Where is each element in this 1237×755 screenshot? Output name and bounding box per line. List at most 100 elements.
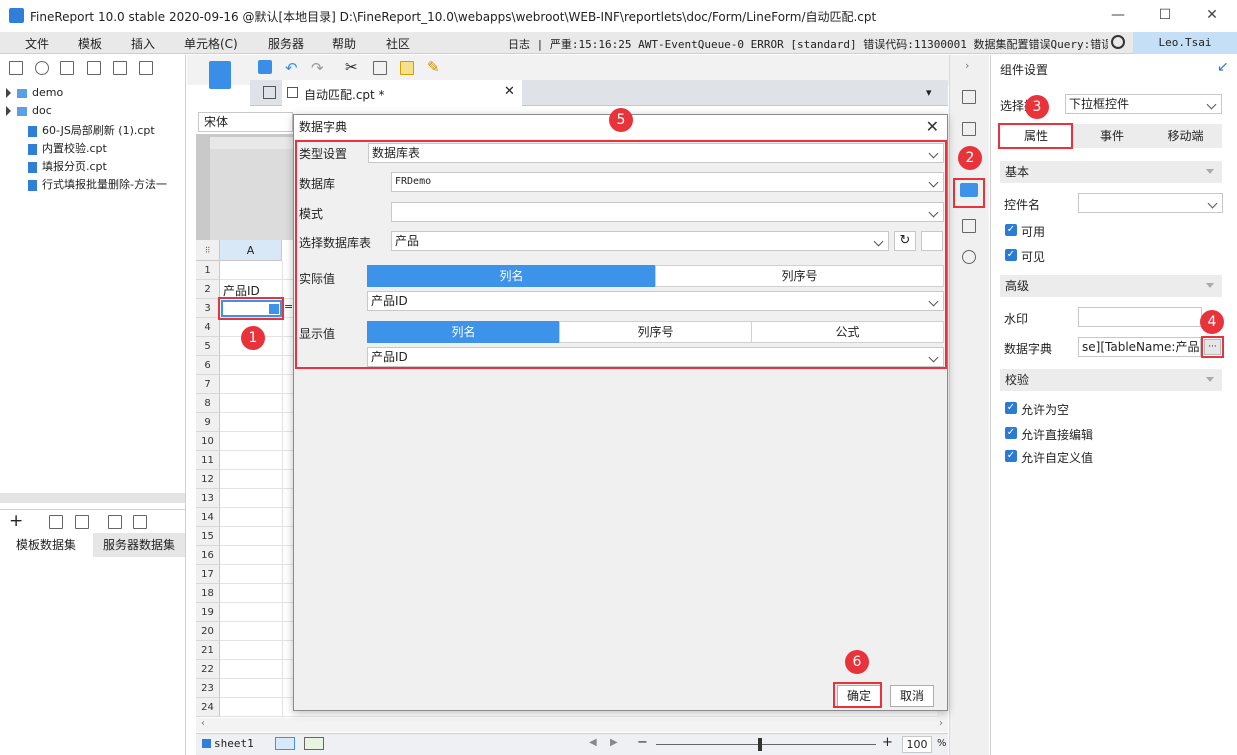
dialog-close-button[interactable]: ✕: [926, 117, 939, 136]
widget-name-input[interactable]: [1078, 193, 1223, 213]
redo-icon[interactable]: ↷: [311, 59, 324, 77]
enabled-checkbox[interactable]: ✓: [1005, 224, 1017, 236]
scroll-left-icon[interactable]: ‹: [201, 718, 205, 729]
add-form-sheet-icon[interactable]: [304, 737, 324, 750]
scroll-right-icon[interactable]: ›: [939, 718, 943, 729]
row-header[interactable]: 1: [196, 261, 220, 280]
cell-attribute-icon[interactable]: [962, 90, 976, 104]
preview-icon[interactable]: [108, 515, 122, 529]
cancel-button[interactable]: 取消: [890, 685, 934, 707]
row-header[interactable]: 19: [196, 603, 220, 622]
row-header[interactable]: 9: [196, 413, 220, 432]
row-header[interactable]: 16: [196, 546, 220, 565]
sheet-tab[interactable]: sheet1: [214, 737, 254, 750]
search-icon[interactable]: [1111, 35, 1125, 49]
tree-item-file[interactable]: 填报分页.cpt: [28, 158, 107, 174]
new-folder-icon[interactable]: [9, 61, 23, 75]
format-brush-icon[interactable]: ✎: [427, 58, 440, 76]
row-header[interactable]: 15: [196, 527, 220, 546]
menu-community[interactable]: 社区: [386, 35, 410, 52]
prev-sheet-icon[interactable]: ◀: [589, 737, 597, 748]
allow-direct-edit-checkbox[interactable]: ✓: [1005, 427, 1017, 439]
dataset-settings-icon[interactable]: [133, 515, 147, 529]
tab-template-dataset[interactable]: 模板数据集: [0, 533, 92, 557]
section-basic[interactable]: 基本: [1000, 161, 1222, 183]
menu-insert[interactable]: 插入: [131, 35, 155, 52]
template-type-icon[interactable]: [209, 61, 231, 89]
row-header[interactable]: 8: [196, 394, 220, 413]
tree-item-demo[interactable]: demo: [6, 86, 63, 99]
row-header[interactable]: 7: [196, 375, 220, 394]
zoom-out-button[interactable]: −: [637, 735, 648, 750]
row-header[interactable]: 2: [196, 280, 220, 299]
data-dictionary-value[interactable]: se][TableName:产品]: [1078, 337, 1201, 357]
row-header[interactable]: 6: [196, 356, 220, 375]
font-selector[interactable]: 宋体: [198, 112, 293, 132]
cut-icon[interactable]: ✂: [345, 58, 358, 76]
row-header[interactable]: 18: [196, 584, 220, 603]
row-header[interactable]: 4: [196, 318, 220, 337]
section-advanced[interactable]: 高级: [1000, 275, 1222, 297]
open-icon[interactable]: [60, 61, 74, 75]
maximize-button[interactable]: ☐: [1150, 4, 1180, 26]
delete-dataset-icon[interactable]: [75, 515, 89, 529]
row-header[interactable]: 10: [196, 432, 220, 451]
settings-icon[interactable]: [87, 61, 101, 75]
zoom-slider-track[interactable]: [656, 744, 876, 745]
allow-custom-checkbox[interactable]: ✓: [1005, 450, 1017, 462]
zoom-slider-handle[interactable]: [758, 738, 762, 751]
zoom-in-button[interactable]: +: [882, 735, 893, 750]
tab-menu-icon[interactable]: ▾: [926, 86, 932, 99]
expand-panel-icon[interactable]: ↙: [1217, 59, 1229, 75]
row-header[interactable]: 11: [196, 451, 220, 470]
hyperlink-icon[interactable]: [962, 250, 976, 264]
row-header[interactable]: 24: [196, 698, 220, 717]
tab-server-dataset[interactable]: 服务器数据集: [93, 533, 185, 557]
zoom-input[interactable]: 100: [902, 736, 932, 753]
row-header[interactable]: 13: [196, 489, 220, 508]
allow-empty-checkbox[interactable]: ✓: [1005, 402, 1017, 414]
tree-item-file[interactable]: 内置校验.cpt: [28, 140, 107, 156]
section-validate[interactable]: 校验: [1000, 369, 1222, 391]
horizontal-sheet-scrollbar[interactable]: ‹ ›: [196, 718, 948, 732]
tree-item-doc[interactable]: doc: [6, 104, 52, 117]
undo-icon[interactable]: ↶: [285, 59, 298, 77]
collapse-arrow-icon[interactable]: ›: [965, 59, 969, 72]
minimize-button[interactable]: —: [1103, 4, 1133, 26]
log-message[interactable]: 日志 | 严重:15:16:25 AWT-EventQueue-0 ERROR …: [508, 36, 1108, 52]
menu-help[interactable]: 帮助: [332, 35, 356, 52]
cell-element-icon[interactable]: [962, 122, 976, 136]
column-header-a[interactable]: A: [220, 240, 282, 261]
add-sheet-icon[interactable]: [275, 737, 295, 750]
tree-item-file[interactable]: 行式填报批量删除-方法一: [28, 176, 167, 192]
next-sheet-icon[interactable]: ▶: [610, 737, 618, 748]
watermark-input[interactable]: [1078, 307, 1202, 327]
copy-icon[interactable]: [139, 61, 153, 75]
add-dataset-icon[interactable]: +: [9, 513, 23, 530]
copy-icon[interactable]: [373, 61, 387, 75]
edit-icon[interactable]: [49, 515, 63, 529]
row-header[interactable]: 20: [196, 622, 220, 641]
visible-checkbox[interactable]: ✓: [1005, 249, 1017, 261]
row-header[interactable]: 14: [196, 508, 220, 527]
row-header[interactable]: 17: [196, 565, 220, 584]
select-all-corner[interactable]: ⠿: [196, 240, 220, 261]
menu-cell[interactable]: 单元格(C): [184, 35, 238, 52]
row-header[interactable]: 5: [196, 337, 220, 356]
paste-icon[interactable]: [400, 61, 414, 75]
tab-close-icon[interactable]: ✕: [504, 84, 515, 99]
tree-item-file[interactable]: 60-JS局部刷新 (1).cpt: [28, 122, 155, 138]
row-header[interactable]: 3: [196, 299, 220, 318]
row-header[interactable]: 22: [196, 660, 220, 679]
menu-server[interactable]: 服务器: [268, 35, 304, 52]
tab-automatch[interactable]: 自动匹配.cpt * ✕: [282, 80, 522, 106]
row-header[interactable]: 23: [196, 679, 220, 698]
save-icon[interactable]: [258, 60, 272, 74]
row-header[interactable]: 12: [196, 470, 220, 489]
horizontal-scrollbar[interactable]: [0, 493, 185, 503]
row-header[interactable]: 21: [196, 641, 220, 660]
refresh-icon[interactable]: [35, 61, 49, 75]
close-window-button[interactable]: ✕: [1197, 4, 1227, 26]
menu-file[interactable]: 文件: [25, 35, 49, 52]
tab-events[interactable]: 事件: [1075, 124, 1149, 148]
